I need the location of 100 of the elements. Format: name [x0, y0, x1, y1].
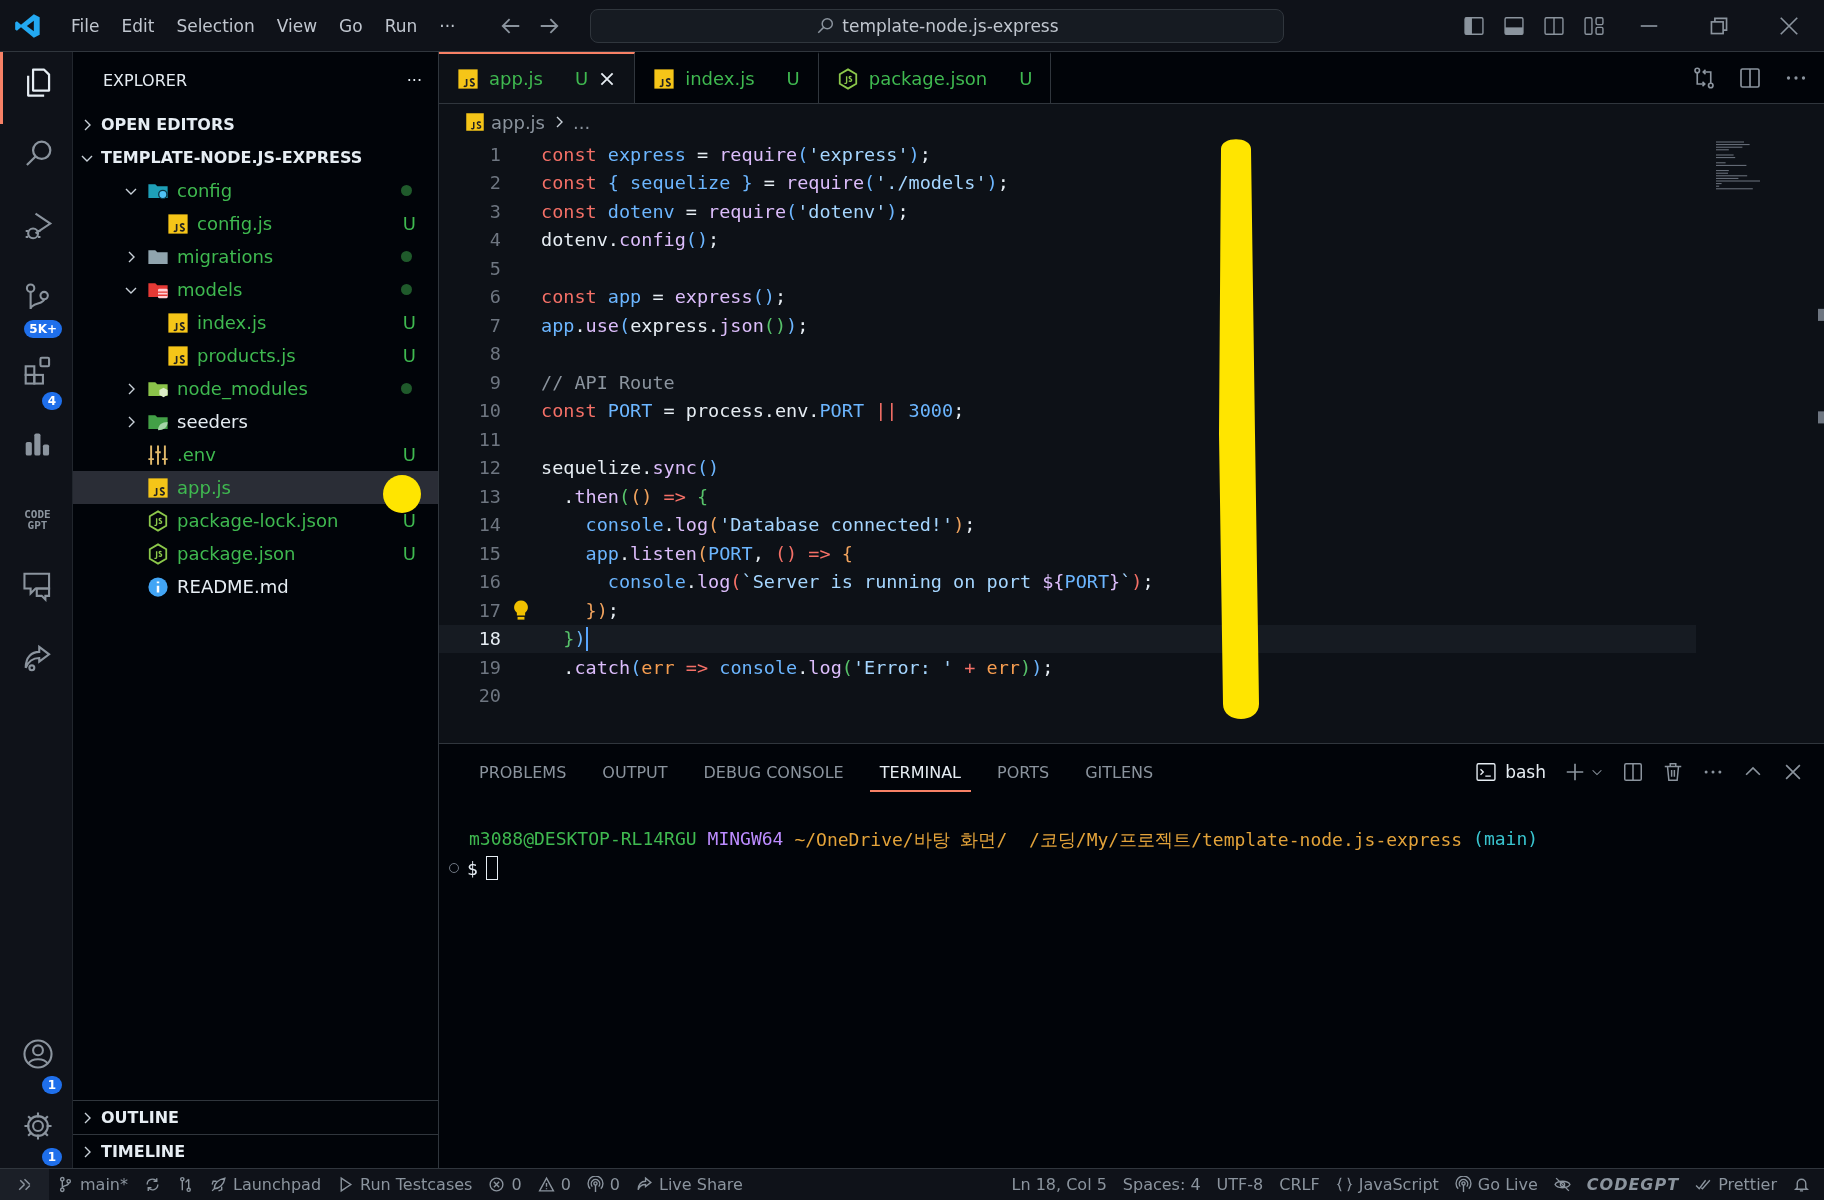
search-icon [816, 16, 835, 35]
status-text[interactable]: Go Live [1477, 1175, 1538, 1194]
file-tree-item[interactable]: seeders [73, 405, 438, 438]
split-terminal-icon[interactable] [1622, 761, 1644, 783]
js-file-icon [167, 311, 189, 334]
menu-item[interactable]: ··· [430, 9, 465, 42]
settings-icon[interactable] [21, 1110, 54, 1142]
line-number: 11 [477, 428, 501, 450]
status-text[interactable]: Ln 18, Col 5 [1011, 1175, 1107, 1194]
status-text[interactable]: UTF-8 [1216, 1175, 1264, 1194]
warning-icon [537, 1176, 555, 1193]
line-number: 13 [477, 485, 501, 507]
file-tree-item[interactable]: config [73, 174, 438, 207]
plus-icon[interactable] [1564, 761, 1586, 783]
notification-badge: 1 [42, 1076, 62, 1094]
eye-slash-icon[interactable] [1553, 1176, 1571, 1193]
bell-icon[interactable] [1793, 1176, 1810, 1193]
code-line: app.use(express.json()); [541, 314, 809, 336]
js-file-icon [457, 67, 479, 90]
trash-icon[interactable] [1662, 761, 1684, 783]
status-text[interactable]: Spaces: 4 [1122, 1175, 1201, 1194]
breadcrumb-item[interactable]: app.js [491, 111, 545, 133]
file-tree-item[interactable]: package.json U [73, 537, 438, 570]
panel-tab[interactable]: OUTPUT [592, 752, 678, 792]
notification-badge: 5K+ [24, 320, 62, 338]
split-layout-icon[interactable] [1543, 14, 1565, 37]
file-tree-item[interactable]: products.js U [73, 339, 438, 372]
panel-tab[interactable]: GITLENS [1075, 752, 1164, 792]
js-file-icon [147, 476, 169, 499]
status-text[interactable]: main* [80, 1175, 128, 1194]
file-tree-item[interactable]: config.js U [73, 207, 438, 240]
panel-tab[interactable]: DEBUG CONSOLE [693, 752, 854, 792]
hexagon-icon [836, 67, 859, 90]
logo-text[interactable]: CODEGPT [1586, 1175, 1680, 1194]
line-number: 2 [488, 172, 501, 194]
panel-tab[interactable]: PORTS [987, 752, 1060, 792]
menu-item[interactable]: Run [375, 9, 427, 42]
file-tree-item[interactable]: index.js U [73, 306, 438, 339]
file-tree-item[interactable]: .env U [73, 438, 438, 471]
status-text[interactable]: 0 [609, 1175, 620, 1194]
file-tree-item[interactable]: README.md [73, 570, 438, 603]
code-line: }) [562, 626, 588, 651]
code-line: const dotenv = require('dotenv'); [541, 200, 909, 222]
file-tree-item[interactable]: models [73, 273, 438, 306]
code-line: const express = require('express'); [541, 143, 931, 165]
terminal-shell-button[interactable]: bash [1475, 761, 1546, 783]
file-tree-item[interactable]: app.js [73, 471, 438, 504]
close-icon[interactable] [1778, 14, 1800, 37]
status-text[interactable]: Prettier [1718, 1175, 1777, 1194]
menu-item[interactable]: View [267, 9, 327, 42]
terminal-prompt: $ [467, 857, 478, 879]
code-line: // API Route [541, 371, 675, 393]
section-header[interactable]: OPEN EDITORS [73, 108, 438, 141]
menu-item[interactable]: File [62, 9, 109, 42]
sidebar-layout-icon[interactable] [1463, 14, 1485, 37]
status-text[interactable]: 0 [511, 1175, 522, 1194]
line-number: 18 [477, 628, 501, 650]
graph-icon[interactable] [177, 1176, 194, 1193]
command-search-field[interactable]: template-node.js-express [590, 8, 1285, 43]
custom-layout-icon[interactable] [1583, 14, 1605, 37]
file-tree-item[interactable]: node_modules [73, 372, 438, 405]
file-tree-item[interactable]: migrations [73, 240, 438, 273]
section-header[interactable]: TEMPLATE-NODE.JS-EXPRESS [73, 141, 438, 174]
breadcrumb-item[interactable]: ... [573, 111, 591, 133]
sidebar-title: EXPLORER [103, 70, 187, 90]
lightbulb-icon[interactable] [512, 599, 530, 622]
line-number: 20 [477, 685, 501, 707]
line-number: 9 [488, 371, 501, 393]
panel-layout-icon[interactable] [1503, 14, 1525, 37]
editor-tab[interactable]: app.js U [439, 52, 636, 103]
file-tree-item[interactable]: package-lock.json U [73, 504, 438, 537]
status-text[interactable]: JavaScript [1358, 1175, 1439, 1194]
split-editor-icon[interactable] [1738, 65, 1762, 90]
hexagon-icon [147, 509, 169, 532]
logo-text[interactable]: CODE GPT [13, 509, 62, 531]
status-text[interactable]: 0 [560, 1175, 571, 1194]
sync-icon[interactable] [144, 1176, 161, 1193]
account-icon[interactable] [21, 1038, 54, 1070]
share-arrow-icon [636, 1176, 653, 1193]
status-text[interactable]: CRLF [1279, 1175, 1320, 1194]
code-line: const app = express(); [541, 286, 787, 308]
line-number: 8 [488, 343, 501, 365]
panel-tab[interactable]: TERMINAL [869, 752, 971, 792]
code-line: dotenv.config(); [541, 229, 720, 251]
status-text[interactable]: Live Share [659, 1175, 743, 1194]
js-file-icon [653, 67, 676, 90]
status-text[interactable]: Launchpad [233, 1175, 322, 1194]
menu-item[interactable]: Selection [167, 9, 264, 42]
menu-item[interactable]: Edit [112, 9, 164, 42]
status-text[interactable]: Run Testcases [360, 1175, 473, 1194]
panel-tab[interactable]: PROBLEMS [469, 752, 577, 792]
line-number: 12 [477, 457, 501, 479]
terminal-cursor [485, 856, 498, 880]
line-number: 5 [488, 257, 501, 279]
compare-changes-icon[interactable] [1692, 65, 1716, 90]
line-number: 10 [477, 400, 501, 422]
menu-item[interactable]: Go [330, 9, 372, 42]
more-actions-button[interactable]: ··· [406, 70, 422, 90]
section-header[interactable]: OUTLINE [73, 1100, 438, 1134]
status-letter: U [402, 444, 416, 465]
